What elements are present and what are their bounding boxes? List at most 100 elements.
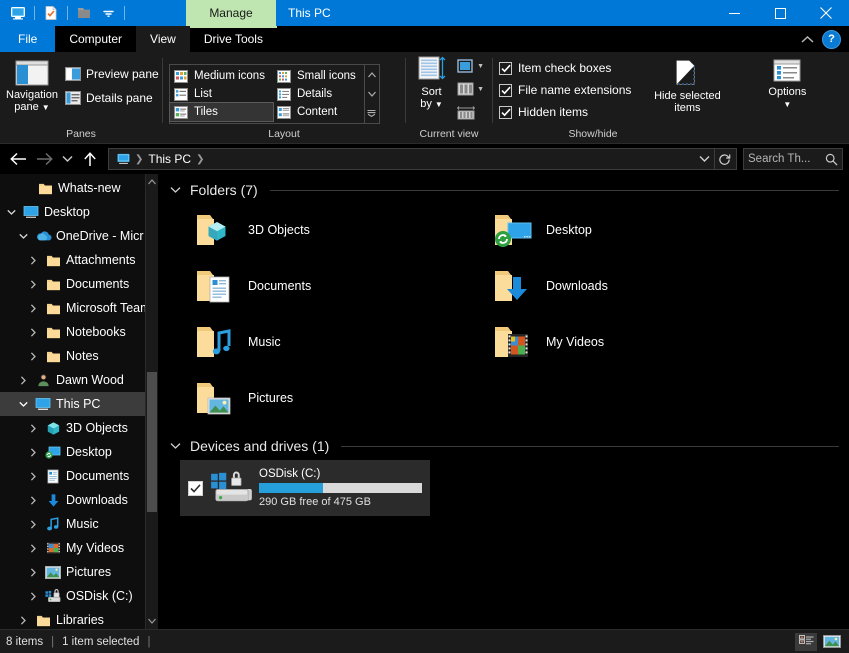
sort-by-button[interactable]: Sort by ▼ bbox=[412, 54, 451, 111]
folder-tile-desktop[interactable]: Desktop bbox=[478, 202, 776, 258]
file-list-pane[interactable]: Folders (7) 3D Objects Desktop Documents… bbox=[158, 174, 849, 629]
layout-option-details[interactable]: Details bbox=[273, 85, 364, 103]
file-name-extensions-checkbox[interactable]: File name extensions bbox=[499, 80, 631, 100]
previous-locations-chevron-icon[interactable] bbox=[694, 149, 714, 169]
sidebar-item-music[interactable]: Music bbox=[0, 512, 158, 536]
maximize-button[interactable] bbox=[757, 0, 803, 26]
tab-drive-tools[interactable]: Drive Tools bbox=[189, 26, 278, 52]
forward-button[interactable] bbox=[32, 147, 56, 171]
sidebar-item-my-videos[interactable]: My Videos bbox=[0, 536, 158, 560]
chevron-right-icon[interactable] bbox=[26, 279, 40, 289]
chevron-down-icon[interactable] bbox=[16, 233, 30, 240]
tab-file[interactable]: File bbox=[0, 26, 56, 52]
drive-tile-osdisk-c[interactable]: OSDisk (C:) 290 GB free of 475 GB bbox=[180, 460, 430, 516]
folder-tile-music[interactable]: Music bbox=[180, 314, 478, 370]
sidebar-item-downloads[interactable]: Downloads bbox=[0, 488, 158, 512]
sidebar-item-pictures[interactable]: Pictures bbox=[0, 560, 158, 584]
chevron-right-icon[interactable] bbox=[26, 471, 40, 481]
folder-tile-3d-objects[interactable]: 3D Objects bbox=[180, 202, 478, 258]
layout-option-content[interactable]: Content bbox=[273, 103, 364, 121]
navigation-pane-button[interactable]: Navigation pane ▼ bbox=[6, 57, 58, 114]
size-all-columns-button[interactable]: ▼ bbox=[455, 79, 486, 99]
minimize-button[interactable] bbox=[711, 0, 757, 26]
chevron-down-icon[interactable] bbox=[4, 209, 18, 216]
folder-tile-my-videos[interactable]: My Videos bbox=[478, 314, 776, 370]
hide-selected-items-button[interactable]: Hide selected items bbox=[643, 56, 731, 114]
sidebar-item-documents-onedrive[interactable]: Documents bbox=[0, 272, 158, 296]
item-check-boxes-checkbox[interactable]: Item check boxes bbox=[499, 58, 631, 78]
sidebar-item-libraries[interactable]: Libraries bbox=[0, 608, 158, 629]
chevron-right-icon[interactable] bbox=[26, 543, 40, 553]
options-button[interactable]: Options ▼ bbox=[756, 56, 818, 111]
sidebar-item-desktop[interactable]: Desktop bbox=[0, 440, 158, 464]
add-columns-button[interactable]: ▼ bbox=[455, 56, 486, 76]
scroll-up-icon[interactable] bbox=[146, 174, 158, 190]
sidebar-item-this-pc[interactable]: This PC bbox=[0, 392, 158, 416]
sidebar-item-attachments[interactable]: Attachments bbox=[0, 248, 158, 272]
customize-quick-access-toolbar-icon[interactable] bbox=[96, 2, 120, 24]
chevron-right-icon[interactable] bbox=[26, 255, 40, 265]
gallery-more-button[interactable] bbox=[365, 104, 379, 123]
search-input[interactable]: Search Th... bbox=[743, 148, 843, 170]
layout-option-tiles[interactable]: Tiles bbox=[169, 102, 274, 122]
chevron-right-icon[interactable] bbox=[26, 591, 40, 601]
tab-computer[interactable]: Computer bbox=[55, 26, 136, 52]
folder-tile-downloads[interactable]: Downloads bbox=[478, 258, 776, 314]
refresh-icon[interactable] bbox=[714, 149, 734, 169]
gallery-scroll-down-button[interactable] bbox=[365, 84, 379, 103]
tab-view[interactable]: View bbox=[136, 26, 190, 52]
navigation-pane-scrollbar[interactable] bbox=[146, 174, 158, 629]
this-pc-icon[interactable] bbox=[6, 2, 30, 24]
chevron-right-icon[interactable] bbox=[26, 351, 40, 361]
large-icons-view-button[interactable] bbox=[821, 633, 843, 651]
layout-option-medium-icons[interactable]: Medium icons bbox=[170, 67, 273, 85]
layout-option-list[interactable]: List bbox=[170, 85, 273, 103]
sidebar-item-notes[interactable]: Notes bbox=[0, 344, 158, 368]
folder-tile-pictures[interactable]: Pictures bbox=[180, 370, 478, 426]
chevron-down-icon[interactable] bbox=[170, 442, 184, 450]
chevron-right-icon[interactable] bbox=[26, 495, 40, 505]
search-icon[interactable] bbox=[825, 153, 838, 166]
size-column-to-fit-button[interactable] bbox=[455, 102, 486, 122]
chevron-right-icon[interactable] bbox=[26, 303, 40, 313]
recent-locations-button[interactable] bbox=[58, 147, 76, 171]
details-view-button[interactable] bbox=[795, 632, 817, 651]
chevron-down-icon[interactable] bbox=[16, 401, 30, 408]
add-columns-dropdown-icon[interactable]: ▼ bbox=[477, 63, 484, 70]
help-button[interactable]: ? bbox=[822, 29, 841, 49]
sidebar-item-notebooks[interactable]: Notebooks bbox=[0, 320, 158, 344]
scroll-down-icon[interactable] bbox=[146, 613, 158, 629]
navigation-pane-scrollbar-thumb[interactable] bbox=[147, 372, 157, 512]
layout-option-small-icons[interactable]: Small icons bbox=[273, 67, 364, 85]
sidebar-item-3d-objects[interactable]: 3D Objects bbox=[0, 416, 158, 440]
sidebar-item-desktop-root[interactable]: Desktop bbox=[0, 200, 158, 224]
collapse-ribbon-icon[interactable] bbox=[796, 28, 818, 50]
folders-section-header[interactable]: Folders (7) bbox=[166, 174, 849, 202]
hidden-items-checkbox[interactable]: Hidden items bbox=[499, 102, 631, 122]
sidebar-item-whats-new[interactable]: Whats-new bbox=[0, 176, 158, 200]
details-pane-button[interactable]: Details pane bbox=[62, 87, 162, 108]
drive-checkbox[interactable] bbox=[188, 480, 203, 496]
sidebar-item-dawn-wood[interactable]: Dawn Wood bbox=[0, 368, 158, 392]
breadcrumb-separator-1[interactable]: ❯ bbox=[195, 154, 205, 165]
chevron-right-icon[interactable] bbox=[16, 375, 30, 385]
breadcrumb-item-this-pc[interactable]: This PC bbox=[144, 152, 195, 166]
chevron-right-icon[interactable] bbox=[26, 567, 40, 577]
preview-pane-button[interactable]: Preview pane bbox=[62, 63, 162, 84]
sidebar-item-microsoft-teams[interactable]: Microsoft Team bbox=[0, 296, 158, 320]
up-button[interactable] bbox=[78, 147, 102, 171]
close-button[interactable] bbox=[803, 0, 849, 26]
drives-section-header[interactable]: Devices and drives (1) bbox=[166, 426, 849, 458]
breadcrumb[interactable]: ❯ This PC ❯ bbox=[108, 148, 737, 170]
gallery-scroll-up-button[interactable] bbox=[365, 65, 379, 84]
chevron-right-icon[interactable] bbox=[26, 327, 40, 337]
chevron-right-icon[interactable] bbox=[26, 519, 40, 529]
size-columns-dropdown-icon[interactable]: ▼ bbox=[477, 86, 484, 93]
chevron-right-icon[interactable] bbox=[26, 423, 40, 433]
new-folder-icon[interactable] bbox=[72, 2, 96, 24]
sidebar-item-documents[interactable]: Documents bbox=[0, 464, 158, 488]
breadcrumb-separator-0[interactable]: ❯ bbox=[134, 154, 144, 165]
chevron-right-icon[interactable] bbox=[26, 447, 40, 457]
folder-tile-documents[interactable]: Documents bbox=[180, 258, 478, 314]
chevron-down-icon[interactable] bbox=[170, 186, 184, 194]
